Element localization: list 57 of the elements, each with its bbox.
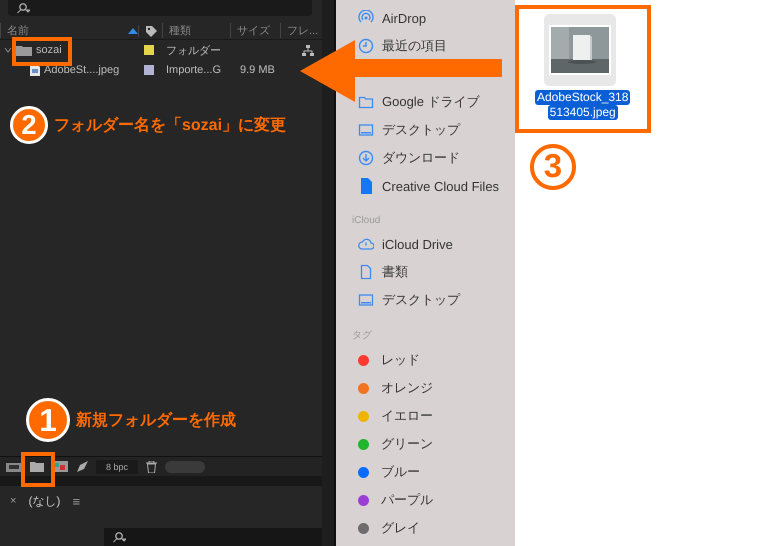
step-caption: フォルダー名を「sozai」に変更 [54,115,286,136]
close-button[interactable]: × [10,495,16,507]
arrow-head [300,40,355,102]
sidebar-item[interactable]: ダウンロード [358,147,460,169]
sidebar-item[interactable]: Google ドライブ [358,91,480,113]
file-thumbnail[interactable] [544,14,616,86]
download-icon [358,150,374,166]
interpret-footage-icon[interactable] [6,461,22,472]
panel-menu-button[interactable]: ≡ [72,494,80,508]
desktop-icon [358,122,374,138]
column-header[interactable]: 名前 [0,23,138,38]
tag-item[interactable]: ブルー [358,461,420,483]
search-icon [112,532,126,542]
panel-tab[interactable]: (なし) [28,492,60,510]
section-heading: iCloud [351,214,382,228]
search-icon [16,2,30,14]
item-size: 9.9 MB [240,64,276,76]
trash-icon[interactable] [146,460,158,472]
sidebar-item[interactable]: デスクトップ [358,289,460,311]
highlight-frame [12,37,72,66]
desktop-icon [358,292,374,308]
section-heading: タグ [351,329,373,343]
sidebar-item[interactable]: Creative Cloud Files [358,175,500,197]
sidebar-item[interactable]: 最近の項目 [358,35,447,57]
new-folder-icon[interactable] [30,461,44,472]
bit-depth-button[interactable]: 8 bpc [96,460,138,474]
tag-item[interactable]: オレンジ [358,377,433,399]
clock-icon [358,38,374,54]
tag-icon [145,24,157,36]
item-name[interactable]: AdobeSt....jpeg [44,64,120,76]
cloud-icon [358,236,374,252]
folder-icon [16,44,32,56]
sidebar-item[interactable]: デスクトップ [358,119,460,141]
tag-item[interactable]: パープル [358,489,433,511]
highlight-frame [21,452,55,487]
column-header[interactable]: サイズ [230,23,280,38]
sidebar-item[interactable]: AirDrop [358,7,426,29]
tag-item[interactable]: グリーン [358,433,433,455]
search-field[interactable] [8,0,312,16]
tag-item[interactable]: レッド [358,349,420,371]
document-icon [358,264,374,280]
folder-icon [358,94,374,110]
sort-ascending-icon [128,28,138,34]
step-caption: 新規フォルダーを作成 [76,410,236,430]
item-type: フォルダー [166,44,222,58]
tag-item[interactable]: グレイ [358,517,420,539]
sidebar-item[interactable]: iCloud Drive [358,233,453,255]
sidebar-item[interactable]: 書類 [358,261,408,283]
hierarchy-icon [302,44,314,56]
file-icon [358,178,374,194]
item-name[interactable]: sozai [36,44,62,56]
tag-item[interactable]: イエロー [358,405,433,427]
column-header[interactable]: 種類 [162,23,230,38]
item-type: Importe...G [166,64,222,76]
search-field[interactable] [104,528,322,546]
column-header[interactable]: フレ... [280,23,320,38]
expand-caret-icon[interactable] [4,47,12,53]
